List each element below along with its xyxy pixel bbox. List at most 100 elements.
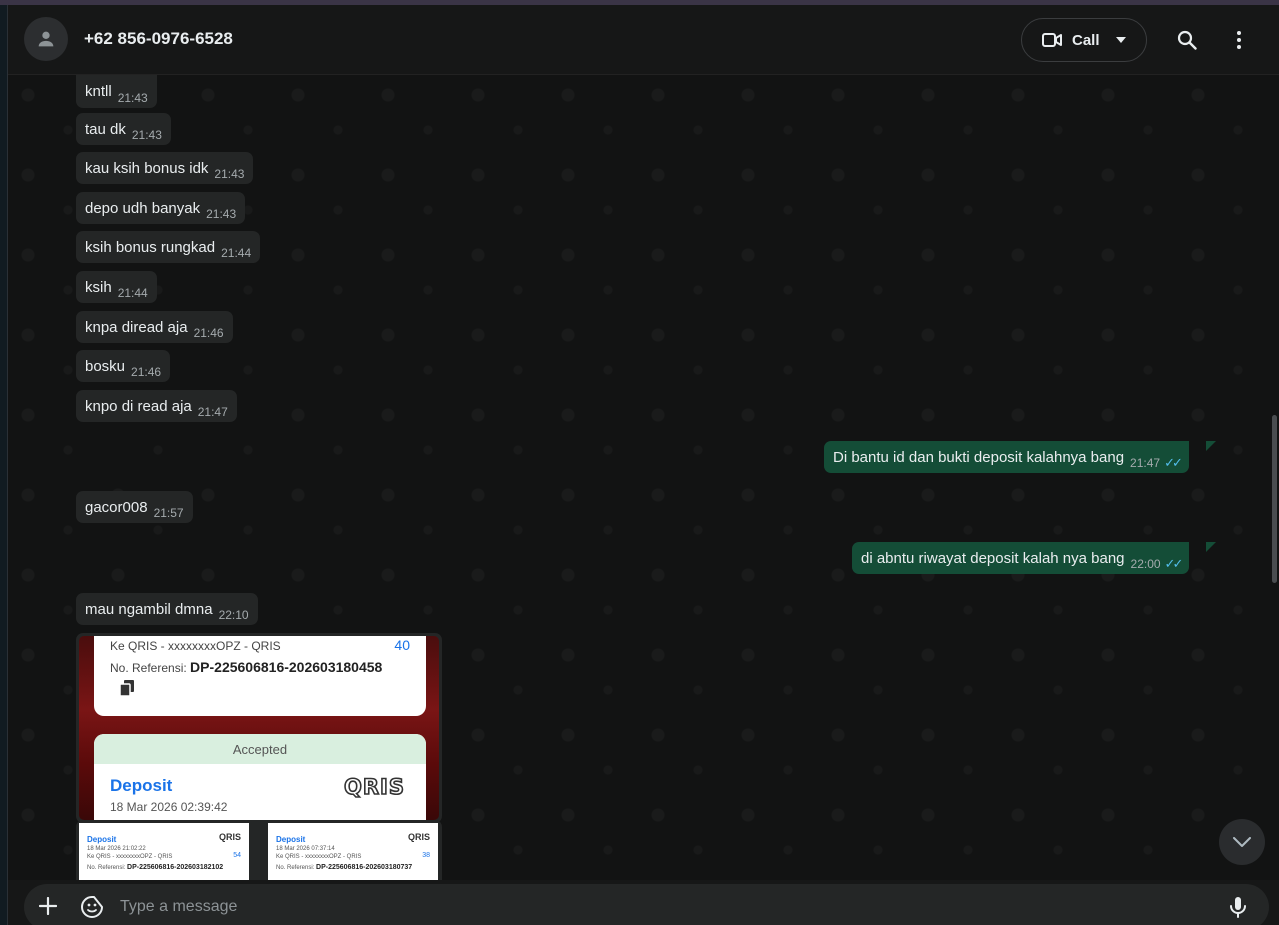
scrollbar-thumb[interactable] [1272, 415, 1277, 583]
thumb-amount: 54 [233, 852, 241, 859]
qris-logo: QRIS [343, 774, 405, 798]
message-text: tau dk [85, 120, 126, 138]
transaction-amount: 40 [394, 637, 410, 653]
thumb-title: Deposit [276, 835, 306, 844]
thumb-date: 18 Mar 2026 21:02:22 [87, 846, 146, 852]
message-time: 21:46 [193, 326, 224, 340]
message-time: 21:47 [1130, 456, 1161, 470]
message-incoming[interactable]: ksih bonus rungkad 21:44 [76, 231, 261, 263]
message-input[interactable] [120, 893, 1200, 921]
message-time: 21:43 [131, 128, 162, 142]
sidebar-edge [0, 5, 8, 925]
deposit-screenshot[interactable]: Ke QRIS - xxxxxxxxOPZ - QRIS 40 No. Refe… [79, 636, 439, 820]
thumb-date: 18 Mar 2026 07:37:14 [276, 846, 335, 852]
message-text: ksih [85, 278, 112, 296]
chevron-down-icon [1115, 37, 1126, 43]
message-text: knpa diread aja [85, 318, 188, 336]
message-incoming[interactable]: knpa diread aja 21:46 [76, 311, 233, 343]
message-text: Di bantu id dan bukti deposit kalahnya b… [833, 448, 1125, 466]
call-label: Call [1072, 31, 1100, 49]
message-time: 21:44 [221, 246, 252, 260]
attach-button[interactable] [37, 895, 59, 917]
message-outgoing[interactable]: di abntu riwayat deposit kalah nya bang 2… [852, 542, 1190, 574]
message-text: mau ngambil dmna [85, 600, 213, 618]
reference-line: No. Referensi: DP-225606816-202603180458 [110, 659, 382, 675]
message-time: 21:43 [206, 207, 237, 221]
thumb-reference: No. Referensi: DP-225606816-202603182102 [87, 864, 223, 871]
qris-logo: QRIS [407, 832, 430, 842]
more-vertical-icon [1237, 31, 1241, 49]
deposit-card: Accepted Deposit 18 Mar 2026 02:39:42 QR… [94, 734, 426, 820]
thumb-destination: Ke QRIS - xxxxxxxxOPZ - QRIS [276, 854, 362, 860]
image-message[interactable]: Ke QRIS - xxxxxxxxOPZ - QRIS 40 No. Refe… [76, 633, 442, 823]
call-button[interactable]: Call [1021, 18, 1147, 62]
message-incoming[interactable]: depo udh banyak 21:43 [76, 192, 246, 224]
message-time: 22:00 [1130, 557, 1161, 571]
thumb-amount: 38 [422, 852, 430, 859]
message-time: 21:47 [197, 405, 228, 419]
status-badge: Accepted [94, 734, 426, 764]
message-incoming[interactable]: mau ngambil dmna 22:10 [76, 593, 258, 625]
read-ticks-icon: ✓✓ [1164, 455, 1183, 470]
image-thumbnail[interactable]: Deposit QRIS 18 Mar 2026 07:37:14 Ke QRI… [268, 823, 438, 880]
composer-bar [8, 880, 1279, 925]
message-text: gacor008 [85, 498, 148, 516]
message-text: kntll [85, 83, 112, 100]
message-incoming[interactable]: kau ksih bonus idk 21:43 [76, 152, 254, 184]
deposit-title: Deposit [110, 776, 173, 795]
menu-button[interactable] [1227, 28, 1251, 52]
message-time: 21:43 [117, 90, 148, 105]
search-button[interactable] [1175, 28, 1199, 52]
message-incoming[interactable]: knpo di read aja 21:47 [76, 390, 237, 422]
transaction-card: Ke QRIS - xxxxxxxxOPZ - QRIS 40 No. Refe… [94, 636, 426, 716]
message-incoming[interactable]: ksih 21:44 [76, 271, 157, 303]
thumb-destination: Ke QRIS - xxxxxxxxOPZ - QRIS [87, 854, 173, 860]
avatar[interactable] [24, 17, 68, 61]
reference-value: DP-225606816-202603180458 [190, 659, 383, 675]
message-time: 21:46 [131, 365, 162, 379]
message-text: depo udh banyak [85, 199, 201, 217]
scroll-to-bottom-button[interactable] [1219, 819, 1265, 865]
plus-icon [39, 897, 57, 915]
video-camera-icon [1042, 33, 1062, 47]
message-text: knpo di read aja [85, 397, 192, 415]
message-text: bosku [85, 357, 126, 375]
message-time: 22:10 [218, 608, 249, 622]
microphone-icon [1230, 897, 1246, 918]
message-incoming[interactable]: kntll 21:43 [76, 75, 157, 108]
chat-header: +62 856-0976-6528 Call [8, 5, 1279, 75]
thumb-reference-value: DP-225606816-202603180737 [316, 864, 413, 871]
transaction-destination: Ke QRIS - xxxxxxxxOPZ - QRIS [110, 639, 281, 653]
message-incoming[interactable]: bosku 21:46 [76, 350, 171, 382]
reference-label: No. Referensi: [110, 661, 187, 675]
search-icon [1177, 30, 1197, 50]
voice-message-button[interactable] [1226, 895, 1250, 919]
person-icon [38, 31, 54, 47]
message-outgoing[interactable]: Di bantu id dan bukti deposit kalahnya b… [824, 441, 1189, 473]
sticker-button[interactable] [80, 895, 104, 919]
contact-name[interactable]: +62 856-0976-6528 [84, 29, 233, 49]
sticker-icon [81, 896, 103, 918]
thumb-reference: No. Referensi: DP-225606816-202603180737 [276, 864, 412, 871]
chat-window: +62 856-0976-6528 Call kntll 21:43 tau dk… [8, 5, 1279, 925]
message-incoming[interactable]: gacor008 21:57 [76, 491, 193, 523]
message-list[interactable]: kntll 21:43 tau dk 21:43 kau ksih bonus id… [8, 75, 1279, 880]
composer [24, 884, 1269, 925]
svg-text:QRIS: QRIS [344, 775, 405, 798]
copy-icon [120, 680, 134, 696]
bubble-tail [1206, 441, 1216, 451]
thumb-reference-label: No. Referensi: [87, 865, 126, 871]
message-time: 21:44 [117, 286, 148, 300]
message-text: kau ksih bonus idk [85, 159, 209, 177]
deposit-date: 18 Mar 2026 02:39:42 [110, 800, 228, 814]
bubble-tail [1206, 542, 1216, 552]
thumb-title: Deposit [87, 835, 117, 844]
read-ticks-icon: ✓✓ [1164, 556, 1184, 571]
message-incoming[interactable]: tau dk 21:43 [76, 113, 171, 145]
thumb-reference-value: DP-225606816-202603182102 [127, 864, 224, 871]
qris-logo: QRIS [218, 832, 241, 842]
image-thumbnail[interactable]: Deposit QRIS 18 Mar 2026 21:02:22 Ke QRI… [79, 823, 249, 880]
image-album[interactable]: Deposit QRIS 18 Mar 2026 21:02:22 Ke QRI… [76, 820, 442, 880]
chevron-down-icon [1233, 837, 1251, 847]
message-time: 21:43 [214, 167, 245, 181]
